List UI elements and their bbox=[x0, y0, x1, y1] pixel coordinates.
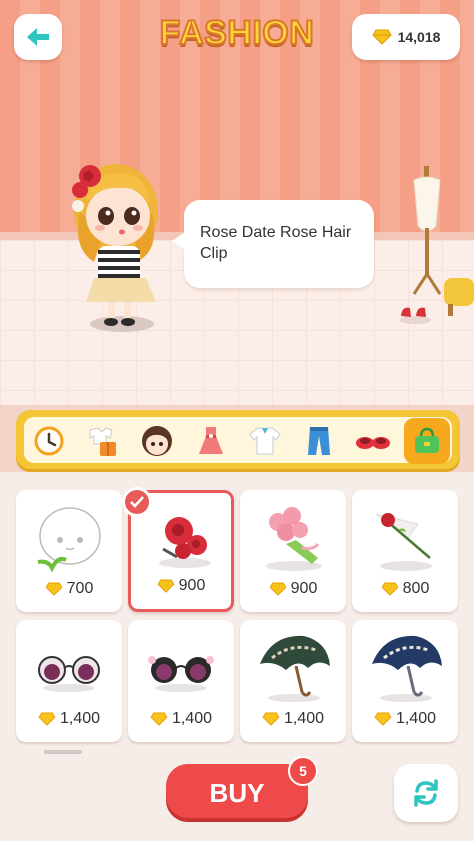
dress-icon bbox=[199, 427, 223, 454]
shoes-icon bbox=[356, 437, 390, 449]
single-rose-icon bbox=[375, 513, 432, 571]
face-icon bbox=[142, 426, 172, 456]
item-price: 1,400 bbox=[240, 710, 346, 728]
price-value: 1,400 bbox=[395, 710, 437, 727]
price-value: 1,400 bbox=[171, 710, 213, 727]
head-placeholder-icon bbox=[37, 507, 101, 573]
clock-icon bbox=[34, 426, 64, 456]
item-price: 900 bbox=[240, 580, 346, 598]
item-card[interactable]: 900 bbox=[240, 490, 346, 612]
item-card[interactable]: 1,400 bbox=[240, 620, 346, 742]
gem-count: 14,018 bbox=[397, 29, 441, 45]
gem-icon bbox=[381, 582, 399, 596]
cart-count-badge: 5 bbox=[288, 756, 318, 786]
item-price: 1,400 bbox=[16, 710, 122, 728]
gem-icon bbox=[269, 582, 287, 596]
shirt-icon bbox=[249, 427, 281, 455]
speech-text: Rose Date Rose Hair Clip bbox=[200, 224, 352, 262]
item-card[interactable]: 1,400 bbox=[16, 620, 122, 742]
item-card[interactable]: 700 bbox=[16, 490, 122, 612]
price-value: 900 bbox=[178, 577, 206, 594]
price-value: 1,400 bbox=[59, 710, 101, 727]
gem-icon bbox=[371, 29, 392, 45]
category-accessories[interactable] bbox=[404, 418, 450, 464]
selected-check-icon bbox=[122, 487, 152, 517]
refresh-icon bbox=[414, 779, 438, 807]
price-value: 800 bbox=[402, 580, 430, 597]
speech-bubble: Rose Date Rose Hair Clip bbox=[172, 200, 374, 288]
price-value: 700 bbox=[66, 580, 94, 597]
category-tops[interactable] bbox=[242, 418, 288, 464]
category-bottoms[interactable] bbox=[296, 418, 342, 464]
gem-balance[interactable]: 14,018 bbox=[352, 14, 460, 60]
item-price: 900 bbox=[131, 577, 231, 595]
item-card[interactable]: 1,400 bbox=[352, 620, 458, 742]
reset-button[interactable] bbox=[394, 764, 458, 822]
item-card[interactable]: 1,400 bbox=[128, 620, 234, 742]
scroll-indicator[interactable] bbox=[44, 750, 82, 754]
item-price: 1,400 bbox=[128, 710, 234, 728]
black-sunglasses-icon bbox=[148, 656, 214, 692]
price-value: 1,400 bbox=[283, 710, 325, 727]
category-bar bbox=[16, 410, 460, 472]
category-recent[interactable] bbox=[26, 418, 72, 464]
buy-button[interactable]: BUY bbox=[166, 764, 308, 822]
gem-icon bbox=[150, 712, 168, 726]
gem-icon bbox=[262, 712, 280, 726]
dressing-room-scene: Rose Date Rose Hair Clip bbox=[0, 0, 474, 405]
gem-icon bbox=[374, 712, 392, 726]
gem-icon bbox=[45, 582, 63, 596]
price-value: 900 bbox=[290, 580, 318, 597]
item-price: 800 bbox=[352, 580, 458, 598]
pants-icon bbox=[308, 427, 330, 455]
item-card[interactable]: 800 bbox=[352, 490, 458, 612]
category-face[interactable] bbox=[134, 418, 180, 464]
category-shoes[interactable] bbox=[350, 418, 396, 464]
navy-umbrella-icon bbox=[372, 635, 442, 702]
avatar-character bbox=[72, 164, 158, 332]
white-sunglasses-icon bbox=[38, 656, 100, 692]
item-price: 1,400 bbox=[352, 710, 458, 728]
red-shoes-decor bbox=[399, 307, 431, 324]
rose-hair-clip-icon bbox=[159, 517, 211, 568]
outfit-icon bbox=[89, 427, 116, 456]
item-price: 700 bbox=[16, 580, 122, 598]
bag-icon bbox=[415, 427, 439, 453]
green-umbrella-icon bbox=[260, 635, 330, 702]
category-outfit[interactable] bbox=[80, 418, 126, 464]
rose-bouquet-icon bbox=[266, 507, 322, 571]
category-dress[interactable] bbox=[188, 418, 234, 464]
gem-icon bbox=[38, 712, 56, 726]
gem-icon bbox=[157, 579, 175, 593]
